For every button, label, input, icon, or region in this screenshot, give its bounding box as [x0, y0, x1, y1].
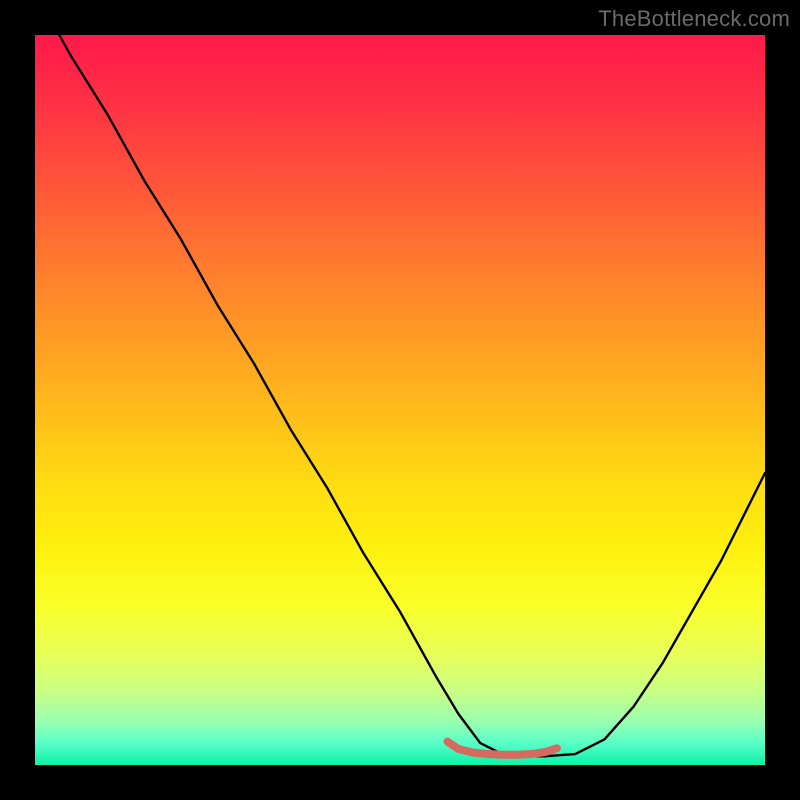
- flat-bottom-segment: [447, 742, 557, 755]
- chart-frame: TheBottleneck.com: [0, 0, 800, 800]
- bottleneck-curve: [35, 35, 765, 756]
- plot-area: [35, 35, 765, 765]
- chart-svg: [35, 35, 765, 765]
- watermark-text: TheBottleneck.com: [598, 6, 790, 32]
